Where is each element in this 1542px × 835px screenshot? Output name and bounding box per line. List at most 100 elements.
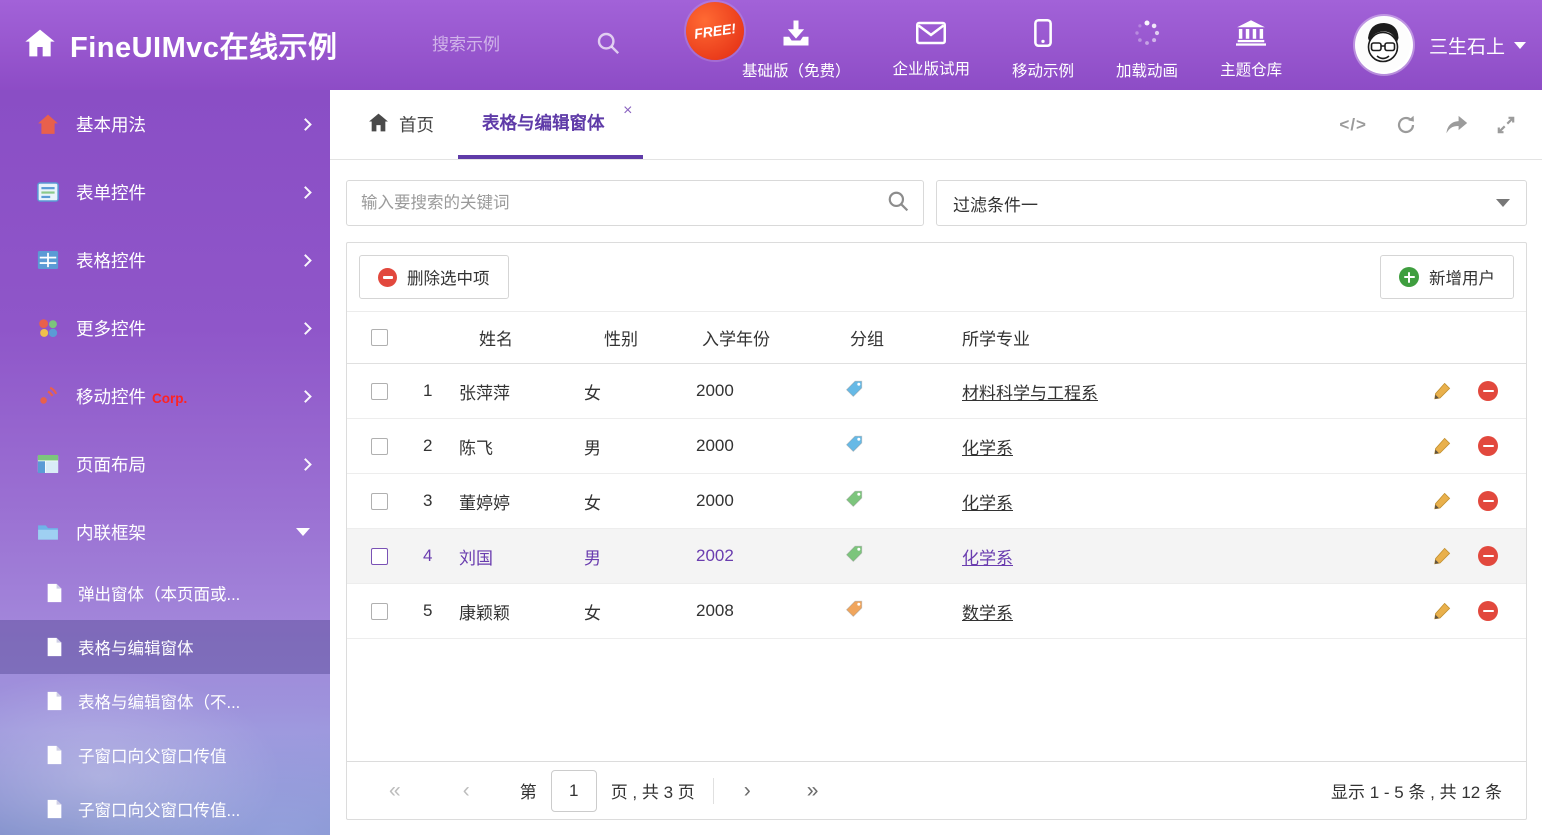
row-checkbox[interactable] <box>371 438 388 455</box>
tab-grid-edit-window[interactable]: 表格与编辑窗体 × <box>458 90 643 159</box>
sidebar-item-iframe[interactable]: 内联框架 <box>0 498 330 566</box>
delete-icon[interactable] <box>1478 436 1498 456</box>
sidebar-subitem-grid-edit-window-2[interactable]: 表格与编辑窗体（不... <box>0 674 330 728</box>
edit-icon[interactable] <box>1432 381 1452 401</box>
table-row[interactable]: 2 陈飞 男 2000 化学系 <box>347 419 1526 474</box>
sidebar-item-basic-usage[interactable]: 基本用法 <box>0 90 330 158</box>
tab-toolbar: </> <box>1339 90 1542 159</box>
chevron-down-icon <box>1496 199 1510 207</box>
page-number-input[interactable] <box>551 770 597 812</box>
nav-item-mobile-demo[interactable]: 移动示例 <box>1012 9 1074 81</box>
button-label: 新增用户 <box>1429 265 1495 289</box>
delete-icon[interactable] <box>1478 491 1498 511</box>
edit-icon[interactable] <box>1432 601 1452 621</box>
row-checkbox[interactable] <box>371 548 388 565</box>
sidebar-item-label: 移动控件 <box>76 384 146 409</box>
column-header-major[interactable]: 所学专业 <box>958 325 1414 350</box>
plus-circle-icon <box>1399 267 1419 287</box>
close-icon[interactable]: × <box>623 102 632 120</box>
sidebar-item-label: 表格控件 <box>76 248 146 273</box>
brand[interactable]: FineUIMvc在线示例 <box>24 0 338 90</box>
tag-icon <box>844 489 864 514</box>
table-row[interactable]: 4 刘国 男 2002 化学系 <box>347 529 1526 584</box>
keyword-search-box <box>346 180 924 226</box>
sidebar-subitem-label: 子窗口向父窗口传值 <box>78 743 227 767</box>
major-link[interactable]: 化学系 <box>962 434 1013 459</box>
column-header-name[interactable]: 姓名 <box>455 325 580 350</box>
header-user-area: 三生石上 <box>1355 0 1526 90</box>
header-nav: 基础版（免费） 企业版试用 移动示例 加载动画 主题仓库 <box>742 0 1282 90</box>
table-row[interactable]: 3 董婷婷 女 2000 化学系 <box>347 474 1526 529</box>
table-row[interactable]: 5 康颖颖 女 2008 数学系 <box>347 584 1526 639</box>
next-page-button[interactable]: › <box>744 780 751 801</box>
sidebar-subitem-popup-window[interactable]: 弹出窗体（本页面或... <box>0 566 330 620</box>
header-search-input[interactable] <box>432 35 582 55</box>
sidebar-item-more-controls[interactable]: 更多控件 <box>0 294 330 362</box>
bank-icon <box>1236 20 1266 51</box>
sidebar-item-page-layout[interactable]: 页面布局 <box>0 430 330 498</box>
share-icon[interactable] <box>1445 115 1468 135</box>
first-page-button[interactable]: « <box>389 780 401 801</box>
file-icon <box>44 581 64 605</box>
tag-icon <box>844 599 864 624</box>
tab-home[interactable]: 首页 <box>344 90 458 159</box>
row-checkbox[interactable] <box>371 383 388 400</box>
major-link[interactable]: 材料科学与工程系 <box>962 379 1098 404</box>
nav-item-loading-animation[interactable]: 加载动画 <box>1116 9 1178 81</box>
prev-page-button[interactable]: ‹ <box>463 780 470 801</box>
cell-year: 2002 <box>692 546 840 566</box>
select-all-checkbox[interactable] <box>371 329 388 346</box>
nav-item-basic-edition[interactable]: 基础版（免费） <box>742 9 851 81</box>
search-icon[interactable] <box>596 31 620 60</box>
grid-toolbar: 删除选中项 新增用户 <box>347 243 1526 312</box>
row-checkbox[interactable] <box>371 493 388 510</box>
filter-dropdown[interactable]: 过滤条件一 <box>936 180 1527 226</box>
search-icon[interactable] <box>887 190 909 217</box>
sidebar-subitem-child-to-parent[interactable]: 子窗口向父窗口传值 <box>0 728 330 782</box>
column-header-group[interactable]: 分组 <box>840 325 958 350</box>
sidebar-item-mobile-controls[interactable]: 移动控件 Corp. <box>0 362 330 430</box>
add-user-button[interactable]: 新增用户 <box>1380 255 1514 299</box>
cell-gender: 男 <box>580 434 692 459</box>
major-link[interactable]: 化学系 <box>962 544 1013 569</box>
delete-icon[interactable] <box>1478 546 1498 566</box>
row-checkbox[interactable] <box>371 603 388 620</box>
tag-icon <box>844 434 864 459</box>
delete-icon[interactable] <box>1478 601 1498 621</box>
app-title: FineUIMvc在线示例 <box>70 24 338 66</box>
sidebar-subitem-grid-edit-window[interactable]: 表格与编辑窗体 <box>0 620 330 674</box>
free-badge: FREE! <box>682 0 748 64</box>
filter-row: 过滤条件一 <box>346 180 1527 226</box>
sidebar-subitem-child-to-parent-2[interactable]: 子窗口向父窗口传值... <box>0 782 330 835</box>
filter-dropdown-value: 过滤条件一 <box>953 191 1038 216</box>
cell-year: 2000 <box>692 491 840 511</box>
nav-item-enterprise-trial[interactable]: 企业版试用 <box>893 11 971 79</box>
download-icon <box>781 19 811 52</box>
username-menu[interactable]: 三生石上 <box>1429 32 1526 59</box>
delete-selected-button[interactable]: 删除选中项 <box>359 255 509 299</box>
expand-icon[interactable] <box>1496 115 1516 135</box>
column-header-gender[interactable]: 性别 <box>580 325 692 350</box>
column-header-year[interactable]: 入学年份 <box>692 325 840 350</box>
home-icon <box>368 113 389 137</box>
sidebar-item-form-controls[interactable]: 表单控件 <box>0 158 330 226</box>
refresh-icon[interactable] <box>1395 114 1417 136</box>
tab-label: 首页 <box>399 112 434 137</box>
keyword-search-input[interactable] <box>361 194 887 213</box>
table-row[interactable]: 1 张萍萍 女 2000 材料科学与工程系 <box>347 364 1526 419</box>
last-page-button[interactable]: » <box>807 780 819 801</box>
page-label-suffix: 页 , 共 3 页 <box>611 778 695 803</box>
edit-icon[interactable] <box>1432 491 1452 511</box>
nav-item-theme-repo[interactable]: 主题仓库 <box>1220 10 1282 80</box>
sidebar-item-grid-controls[interactable]: 表格控件 <box>0 226 330 294</box>
cell-gender: 女 <box>580 379 692 404</box>
major-link[interactable]: 数学系 <box>962 599 1013 624</box>
avatar[interactable] <box>1355 16 1413 74</box>
delete-icon[interactable] <box>1478 381 1498 401</box>
major-link[interactable]: 化学系 <box>962 489 1013 514</box>
source-code-icon[interactable]: </> <box>1339 115 1367 135</box>
edit-icon[interactable] <box>1432 436 1452 456</box>
edit-icon[interactable] <box>1432 546 1452 566</box>
cell-name: 康颖颖 <box>455 599 580 624</box>
cell-gender: 女 <box>580 599 692 624</box>
